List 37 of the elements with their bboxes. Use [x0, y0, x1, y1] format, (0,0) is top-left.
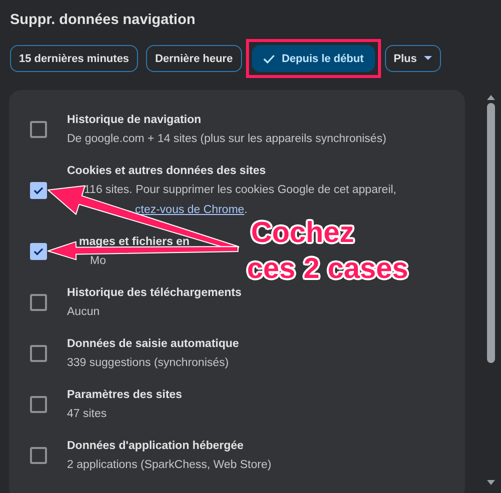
- time-range-chip[interactable]: Depuis le début: [252, 45, 375, 72]
- option-title: mages et fichiers en: [79, 236, 190, 248]
- scroll-up-icon[interactable]: [486, 94, 496, 101]
- sign-out-link[interactable]: ctez-vous de Chrome: [135, 204, 244, 216]
- option-description: 116 sites. Pour supprimer les cookies Google de cet appareil,: [84, 184, 396, 196]
- option-description: 339 suggestions (synchronisés): [67, 357, 229, 369]
- scroll-down-icon[interactable]: [486, 479, 496, 486]
- checkbox[interactable]: [30, 243, 47, 260]
- caret-icon: [424, 56, 432, 61]
- option-description: 2 applications (SparkChess, Web Store): [67, 459, 272, 471]
- check-icon: [33, 247, 44, 256]
- annotation-text: ces 2 cases: [247, 252, 408, 287]
- option-title: Cookies et autres données des sites: [67, 164, 266, 176]
- dialog-title: Suppr. données navigation: [9, 11, 196, 30]
- option-description: Aucun: [67, 306, 100, 318]
- option-description: Mo: [90, 255, 106, 267]
- option-title: Historique des téléchargements: [67, 286, 242, 298]
- time-range-chip[interactable]: Plus: [384, 45, 441, 72]
- annotation-text: Cochez: [250, 216, 356, 251]
- checkbox[interactable]: [30, 294, 47, 311]
- check-icon: [33, 186, 44, 195]
- time-range-chip[interactable]: Dernière heure: [146, 45, 242, 72]
- option-title: Historique de navigation: [67, 114, 202, 126]
- checkbox[interactable]: [30, 121, 47, 138]
- option-title: Données d'application hébergée: [67, 440, 244, 452]
- checkbox[interactable]: [30, 345, 47, 362]
- option-title: Données de saisie automatique: [67, 338, 239, 350]
- option-description: De google.com + 14 sites (plus sur les appareils synchronisés): [67, 133, 386, 145]
- option-description: 47 sites: [67, 408, 107, 420]
- option-title: Paramètres des sites: [67, 388, 182, 400]
- scroll-thumb[interactable]: [487, 103, 495, 363]
- checkbox[interactable]: [30, 447, 47, 464]
- checkbox[interactable]: [30, 396, 47, 413]
- time-range-chip[interactable]: 15 dernières minutes: [10, 45, 138, 72]
- check-icon: [262, 54, 275, 64]
- checkbox[interactable]: [30, 182, 47, 199]
- period-text: .: [244, 204, 248, 216]
